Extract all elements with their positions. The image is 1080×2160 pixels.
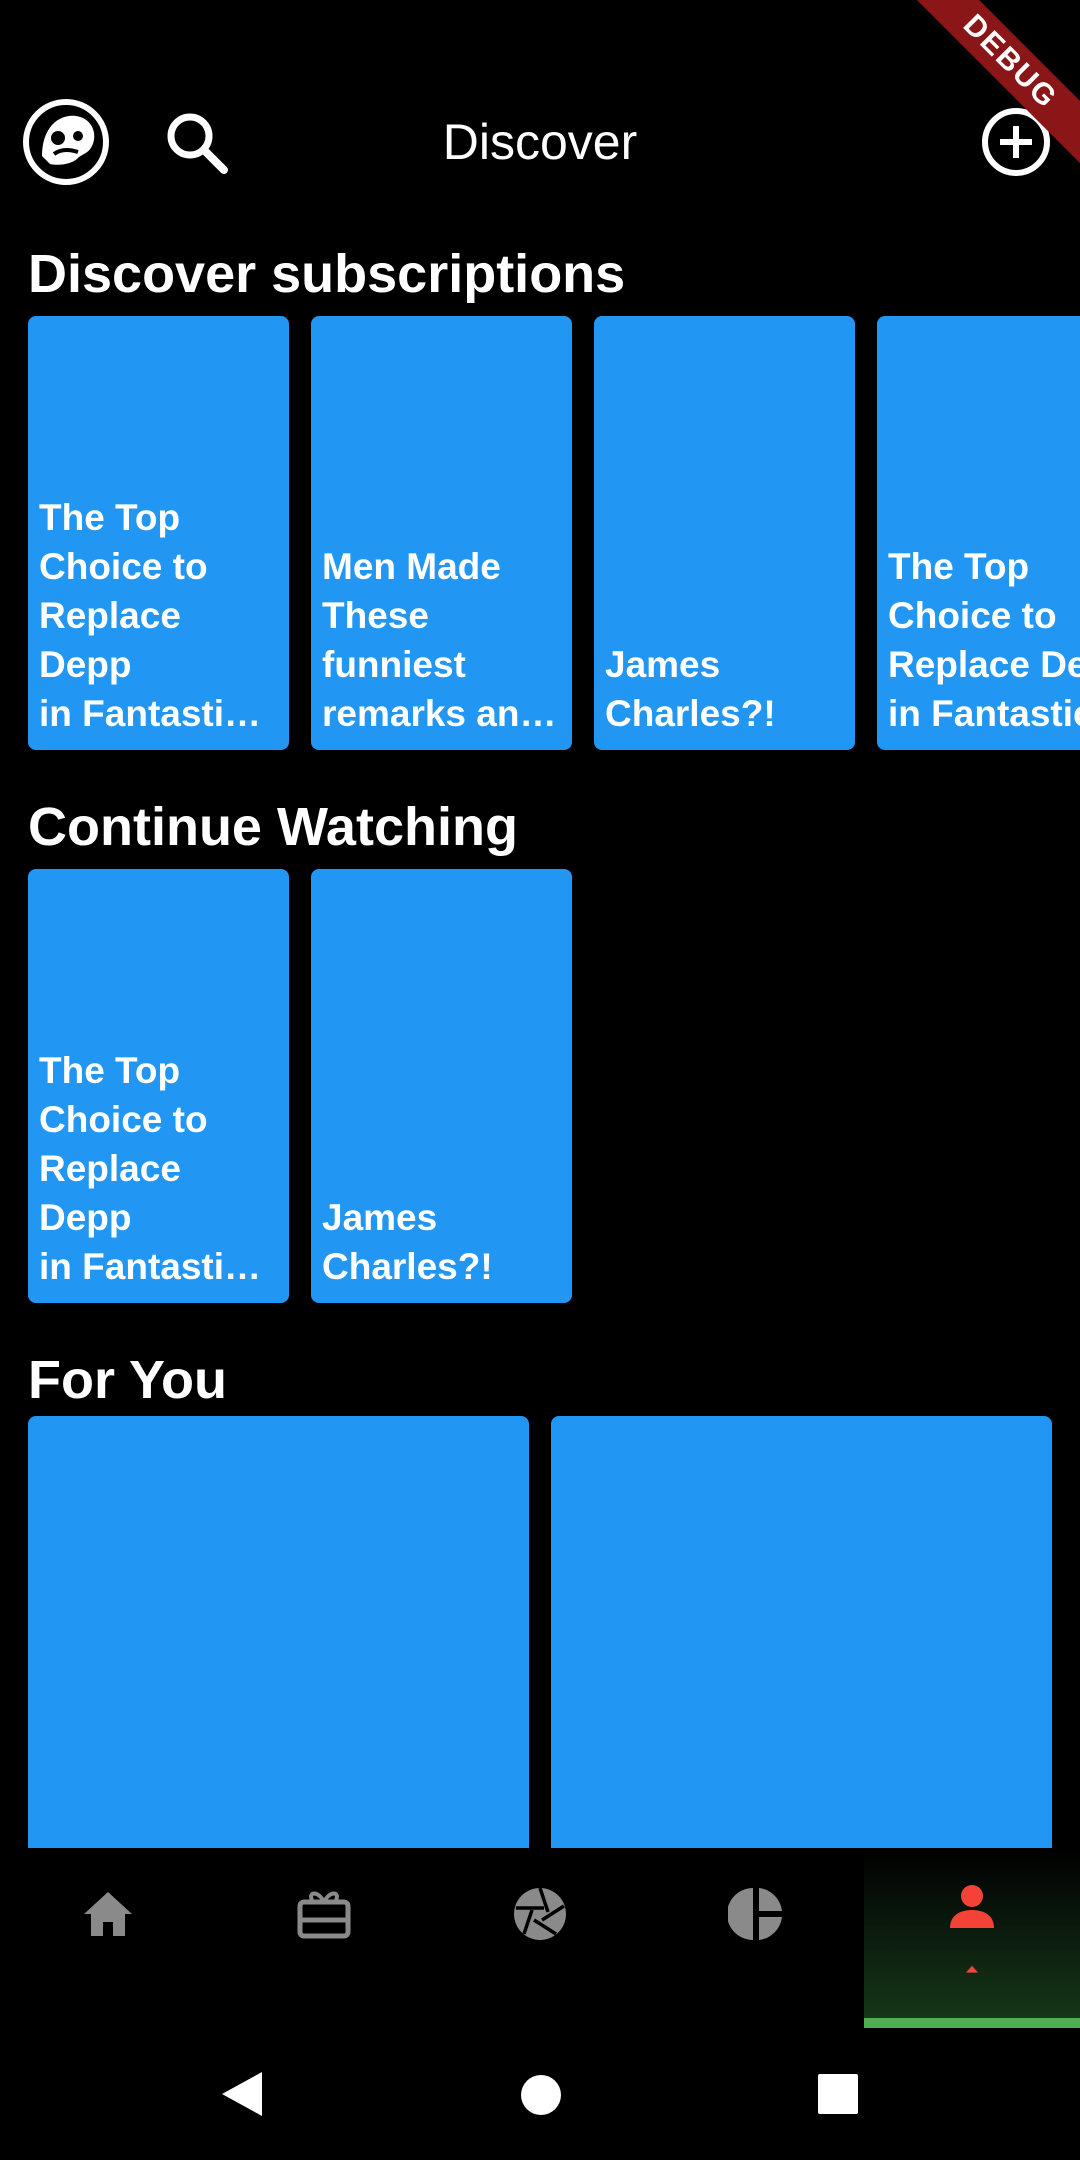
active-tab-indicator [864, 2018, 1080, 2028]
nav-item-stats[interactable] [648, 1848, 864, 2028]
section-title-subscriptions: Discover subscriptions [28, 244, 626, 304]
system-navigation-bar [0, 2028, 1080, 2160]
card-title: James Charles?! [605, 644, 776, 734]
back-icon[interactable] [218, 2070, 264, 2118]
card-title: The Top Choice to Replace Depp in Fantas… [39, 497, 279, 734]
subscription-card[interactable]: Men Made These funniest remarks an… [311, 316, 572, 750]
subscription-card[interactable]: The Top Choice to Replace Depp in Fantas… [877, 316, 1080, 750]
card-title: The Top Choice to Replace Depp in Fantas… [39, 1050, 279, 1287]
card-title: James Charles?! [322, 1197, 493, 1287]
pie-chart-icon [728, 1888, 782, 1940]
recents-square-icon[interactable] [818, 2074, 858, 2114]
nav-item-home[interactable] [0, 1848, 216, 2028]
continue-watching-card[interactable]: The Top Choice to Replace Depp in Fantas… [28, 869, 289, 1303]
nav-item-profile[interactable] [864, 1848, 1080, 2028]
home-circle-icon[interactable] [520, 2074, 562, 2116]
page-title: Discover [442, 114, 638, 170]
subscription-card[interactable]: James Charles?! [594, 316, 855, 750]
camera-aperture-icon [514, 1887, 566, 1940]
gift-card-icon [297, 1891, 351, 1939]
active-indicator-arrow-icon [966, 1965, 978, 1973]
card-title: The Top Choice to Replace Depp in Fantas… [888, 546, 1080, 734]
nav-item-camera[interactable] [432, 1848, 648, 2028]
for-you-card[interactable] [551, 1416, 1052, 1876]
subscription-card[interactable]: The Top Choice to Replace Depp in Fantas… [28, 316, 289, 750]
card-title: Men Made These funniest remarks an… [322, 546, 557, 734]
nav-item-gift-card[interactable] [216, 1848, 432, 2028]
person-icon [950, 1885, 994, 1928]
bottom-navigation-bar [0, 1848, 1080, 2028]
home-icon [84, 1892, 132, 1936]
for-you-card[interactable] [28, 1416, 529, 1876]
continue-watching-card[interactable]: James Charles?! [311, 869, 572, 1303]
section-title-continue-watching: Continue Watching [28, 797, 518, 857]
section-title-for-you: For You [28, 1350, 227, 1410]
